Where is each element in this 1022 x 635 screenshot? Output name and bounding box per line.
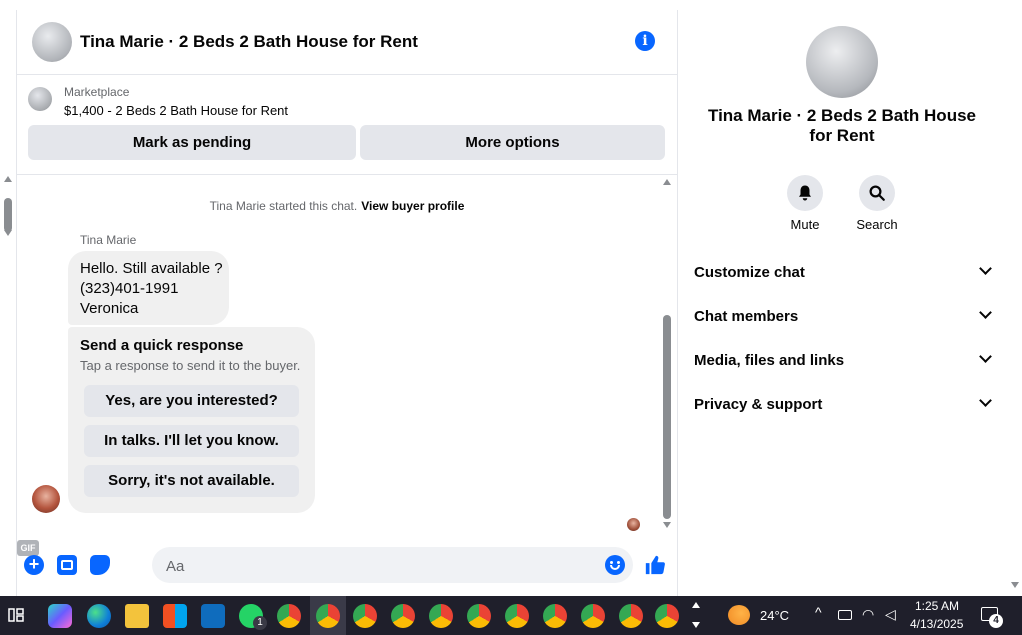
seen-indicator-avatar: [627, 518, 640, 531]
scroll-up-arrow[interactable]: [4, 176, 12, 182]
avatar[interactable]: [32, 22, 72, 62]
chrome-profile-icon[interactable]: [619, 604, 643, 628]
messenger-window: Tina Marie · 2 Beds 2 Bath House for Ren…: [0, 0, 1022, 596]
listing-title[interactable]: $1,400 - 2 Beds 2 Bath House for Rent: [64, 103, 288, 118]
temperature[interactable]: 24°C: [760, 608, 789, 623]
chat-scrollbar-thumb[interactable]: [663, 315, 671, 519]
photo-icon[interactable]: [57, 555, 77, 575]
chat-scroll-up-arrow[interactable]: [663, 179, 671, 185]
sender-name: Tina Marie: [80, 233, 137, 247]
edge-icon[interactable]: [87, 604, 111, 628]
chrome-profile-icon[interactable]: [543, 604, 567, 628]
chrome-profile-icon[interactable]: [655, 604, 679, 628]
message-line: Hello. Still available ?: [80, 260, 223, 277]
sender-avatar[interactable]: [32, 485, 60, 513]
message-line: (323)401-1991: [80, 280, 179, 297]
whatsapp-badge: 1: [253, 616, 267, 630]
message-input-container[interactable]: [152, 547, 633, 583]
scroll-down-arrow[interactable]: [4, 230, 12, 236]
task-view-icon[interactable]: [8, 607, 24, 623]
message-list: Tina Marie started this chat. View buyer …: [17, 174, 677, 531]
store-icon[interactable]: [163, 604, 187, 628]
quick-response-interested-button[interactable]: Yes, are you interested?: [84, 385, 299, 417]
view-buyer-profile-link[interactable]: View buyer profile: [361, 199, 464, 213]
clock-date[interactable]: 4/13/2025: [910, 617, 963, 631]
system-text: Tina Marie started this chat.: [209, 199, 358, 213]
quick-response-subtitle: Tap a response to send it to the buyer.: [80, 358, 301, 373]
copilot-icon[interactable]: [48, 604, 72, 628]
chevron-down-icon: [979, 350, 992, 363]
outer-scrollbar-thumb[interactable]: [4, 198, 12, 232]
chrome-profile-icon[interactable]: [429, 604, 453, 628]
sticker-icon[interactable]: [90, 555, 110, 575]
quick-response-card: Send a quick response Tap a response to …: [68, 327, 315, 513]
file-explorer-icon[interactable]: [125, 604, 149, 628]
section-label: Media, files and links: [694, 352, 845, 369]
chat-title[interactable]: Tina Marie · 2 Beds 2 Bath House for Ren…: [80, 32, 418, 52]
notification-count: 4: [989, 614, 1003, 628]
taskbar-overflow-scroller[interactable]: [692, 600, 700, 631]
chat-details-panel: Tina Marie · 2 Beds 2 Bath House for Ren…: [678, 10, 1008, 596]
chat-scroll-down-arrow[interactable]: [663, 522, 671, 528]
chevron-up-icon[interactable]: [692, 602, 700, 608]
chevron-down-icon: [979, 394, 992, 407]
emoji-icon[interactable]: [605, 555, 625, 575]
wifi-icon[interactable]: ◠: [862, 606, 874, 623]
page-scrollbar[interactable]: [1008, 10, 1022, 596]
message-composer: + GIF: [17, 540, 677, 590]
message-line: Veronica: [80, 300, 139, 317]
search-icon: [859, 175, 895, 211]
section-customize-chat[interactable]: Customize chat: [694, 250, 994, 294]
section-label: Privacy & support: [694, 396, 823, 413]
listing-thumbnail[interactable]: [28, 87, 52, 111]
battery-icon[interactable]: [838, 610, 852, 620]
clock-time[interactable]: 1:25 AM: [915, 599, 959, 613]
chrome-profile-icon[interactable]: [277, 604, 301, 628]
chrome-profile-icon[interactable]: [505, 604, 529, 628]
bell-icon: [787, 175, 823, 211]
section-media-files-links[interactable]: Media, files and links: [694, 338, 994, 382]
thumbs-up-icon[interactable]: [644, 554, 666, 576]
plus-icon[interactable]: +: [24, 555, 44, 575]
message-bubble[interactable]: Hello. Still available ? (323)401-1991 V…: [68, 251, 229, 325]
listing-source: Marketplace: [64, 85, 130, 99]
chrome-profile-icon[interactable]: [391, 604, 415, 628]
message-input[interactable]: [164, 555, 588, 577]
chevron-down-icon[interactable]: [692, 622, 700, 628]
mute-label: Mute: [790, 217, 820, 232]
volume-icon[interactable]: ◁: [885, 606, 896, 623]
weather-icon[interactable]: [728, 605, 750, 625]
section-privacy-support[interactable]: Privacy & support: [694, 382, 994, 426]
marketplace-listing-card: Marketplace $1,400 - 2 Beds 2 Bath House…: [17, 75, 677, 175]
chrome-profile-icon[interactable]: [316, 604, 340, 628]
section-label: Customize chat: [694, 264, 805, 281]
mute-button[interactable]: Mute: [775, 175, 835, 232]
quick-response-in-talks-button[interactable]: In talks. I'll let you know.: [84, 425, 299, 457]
chrome-profile-icon[interactable]: [353, 604, 377, 628]
quick-response-not-available-button[interactable]: Sorry, it's not available.: [84, 465, 299, 497]
more-options-button[interactable]: More options: [360, 125, 665, 160]
chevron-down-icon: [979, 306, 992, 319]
chat-header: Tina Marie · 2 Beds 2 Bath House for Ren…: [17, 10, 677, 75]
quick-response-title: Send a quick response: [80, 337, 244, 354]
section-chat-members[interactable]: Chat members: [694, 294, 994, 338]
chrome-profile-icon[interactable]: [467, 604, 491, 628]
info-icon[interactable]: i: [635, 31, 655, 51]
conversation-pane: Tina Marie · 2 Beds 2 Bath House for Ren…: [17, 10, 677, 596]
mark-as-pending-button[interactable]: Mark as pending: [28, 125, 356, 160]
search-label: Search: [856, 217, 898, 232]
outer-scrollbar[interactable]: [0, 10, 16, 596]
chat-started-notice: Tina Marie started this chat. View buyer …: [17, 199, 657, 213]
chevron-up-icon[interactable]: ^: [815, 604, 822, 620]
outlook-icon[interactable]: [201, 604, 225, 628]
windows-taskbar: 1 24°C ^ ◠ ◁ 1:25 AM 4/13/2025 4: [0, 596, 1022, 635]
chevron-down-icon: [979, 262, 992, 275]
page-scroll-down-arrow[interactable]: [1011, 582, 1019, 588]
panel-avatar[interactable]: [806, 26, 878, 98]
search-button[interactable]: Search: [847, 175, 907, 232]
panel-title: Tina Marie · 2 Beds 2 Bath House for Ren…: [708, 106, 976, 145]
chrome-profile-icon[interactable]: [581, 604, 605, 628]
section-label: Chat members: [694, 308, 799, 325]
